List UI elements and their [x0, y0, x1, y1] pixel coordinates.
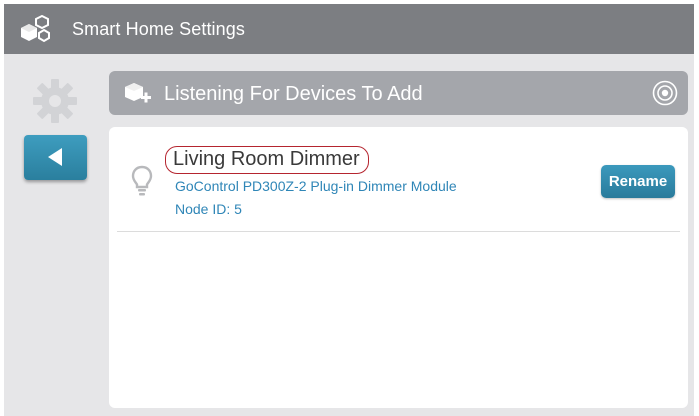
smart-home-cubes-icon	[21, 15, 50, 43]
device-node-id: Node ID: 5	[175, 201, 242, 217]
gear-icon[interactable]	[32, 78, 78, 124]
row-divider	[117, 231, 680, 232]
add-device-icon	[125, 83, 151, 103]
device-row: Living Room Dimmer GoControl PD300Z-2 Pl…	[109, 127, 688, 231]
listening-label: Listening For Devices To Add	[164, 83, 423, 105]
lightbulb-icon	[131, 165, 153, 196]
device-list: Living Room Dimmer GoControl PD300Z-2 Pl…	[109, 127, 688, 408]
rename-button[interactable]: Rename	[601, 165, 675, 198]
top-bar: Smart Home Settings	[4, 4, 694, 54]
app-title: Smart Home Settings	[72, 19, 245, 39]
listening-banner: Listening For Devices To Add	[109, 71, 688, 115]
device-model: GoControl PD300Z-2 Plug-in Dimmer Module	[175, 178, 457, 194]
settings-frame: Smart Home Settings Listening For Device…	[4, 4, 694, 416]
back-button[interactable]	[24, 135, 87, 180]
device-name: Living Room Dimmer	[165, 146, 369, 174]
screen: Smart Home Settings Listening For Device…	[0, 0, 699, 416]
back-arrow-icon	[48, 148, 62, 166]
target-icon	[652, 80, 678, 106]
